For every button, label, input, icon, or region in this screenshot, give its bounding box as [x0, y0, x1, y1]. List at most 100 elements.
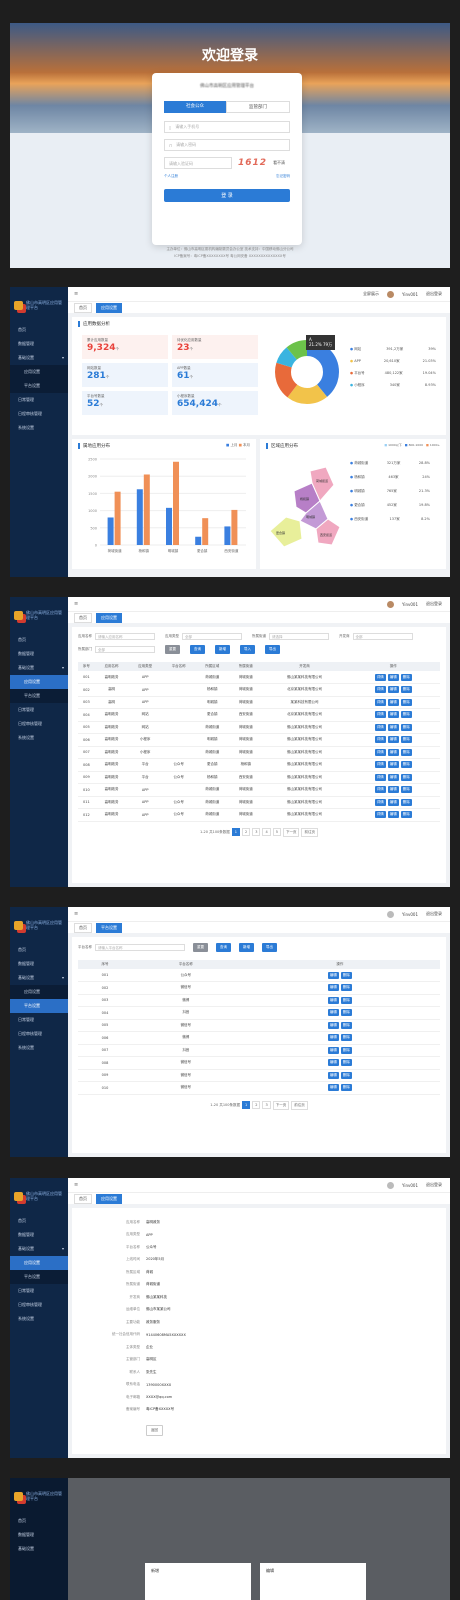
fullscreen-button[interactable]: 全屏展示	[363, 291, 379, 297]
tab-public[interactable]: 社会公众	[164, 101, 226, 113]
next-page[interactable]: 下一页	[282, 827, 300, 837]
jump-page[interactable]: 前往页	[301, 827, 318, 837]
row-action-button[interactable]: 删除	[340, 1071, 352, 1079]
captcha-image[interactable]: 1612	[238, 158, 267, 168]
bar-上月-荷城街道[interactable]	[107, 517, 114, 545]
platform-input[interactable]: 请输入平台名称	[95, 944, 185, 951]
avatar[interactable]	[387, 910, 395, 918]
avatar[interactable]	[387, 290, 395, 298]
sidebar-item-home[interactable]: 首页	[10, 1214, 68, 1228]
sidebar-item-review[interactable]: 日程审核管理	[10, 1027, 68, 1041]
sidebar-item-data[interactable]: 数据管理	[10, 1228, 68, 1242]
row-action-button[interactable]: 编辑	[327, 1084, 339, 1092]
bar-本月-杨和镇[interactable]	[143, 474, 150, 545]
search-button[interactable]: 查询	[190, 645, 205, 654]
logout-button[interactable]: 退出登录	[426, 601, 442, 607]
add-button[interactable]: 新增	[239, 943, 254, 952]
row-action-button[interactable]: 删除	[400, 723, 412, 731]
sidebar-item-home[interactable]: 首页	[10, 943, 68, 957]
row-action-button[interactable]: 编辑	[327, 1021, 339, 1029]
row-action-button[interactable]: 编辑	[387, 798, 399, 806]
sidebar-item-basic[interactable]: 基础设置 ▾	[10, 971, 68, 985]
tab-regulator[interactable]: 监管部门	[226, 101, 290, 113]
row-action-button[interactable]: 编辑	[327, 1046, 339, 1054]
bar-上月-更合镇[interactable]	[195, 536, 202, 545]
page-5[interactable]: 5	[272, 828, 281, 836]
row-action-button[interactable]: 详情	[374, 736, 386, 744]
row-action-button[interactable]: 编辑	[387, 786, 399, 794]
sidebar-item-system[interactable]: 系统设置	[10, 1312, 68, 1326]
row-action-button[interactable]: 详情	[374, 723, 386, 731]
search-button[interactable]: 查询	[216, 943, 231, 952]
row-action-button[interactable]: 编辑	[387, 711, 399, 719]
sidebar-item-daily[interactable]: 日常管理	[10, 1284, 68, 1298]
row-action-button[interactable]: 删除	[400, 736, 412, 744]
sidebar-item-basic[interactable]: 基础设置 ▾	[10, 661, 68, 675]
row-action-button[interactable]: 编辑	[327, 984, 339, 992]
phone-field[interactable]: ▯ 请输入手机号	[164, 121, 290, 133]
jump-page[interactable]: 前往页	[291, 1100, 308, 1110]
modal-edit[interactable]: 编辑	[260, 1563, 366, 1600]
row-action-button[interactable]: 编辑	[387, 673, 399, 681]
row-action-button[interactable]: 删除	[400, 798, 412, 806]
bar-上月-西安街道[interactable]	[224, 526, 231, 545]
row-action-button[interactable]: 删除	[340, 1084, 352, 1092]
sidebar-item-platform[interactable]: 平台设置	[10, 689, 68, 703]
sidebar-item-home[interactable]: 首页	[10, 1514, 68, 1528]
type-select[interactable]: 全部	[182, 633, 242, 640]
row-action-button[interactable]: 编辑	[327, 971, 339, 979]
page-2[interactable]: 2	[242, 828, 251, 836]
row-action-button[interactable]: 详情	[374, 798, 386, 806]
bar-本月-西安街道[interactable]	[231, 509, 238, 545]
row-action-button[interactable]: 删除	[400, 698, 412, 706]
captcha-field[interactable]: 请输入验证码	[164, 157, 232, 169]
row-action-button[interactable]: 删除	[340, 1021, 352, 1029]
import-button[interactable]: 导入	[240, 645, 255, 654]
row-action-button[interactable]: 删除	[400, 686, 412, 694]
row-action-button[interactable]: 编辑	[387, 811, 399, 819]
sidebar-item-daily[interactable]: 日常管理	[10, 1013, 68, 1027]
sidebar-item-daily[interactable]: 日常管理	[10, 703, 68, 717]
row-action-button[interactable]: 编辑	[387, 773, 399, 781]
avatar[interactable]	[387, 600, 395, 608]
row-action-button[interactable]: 编辑	[387, 748, 399, 756]
sidebar-item-daily[interactable]: 日常管理	[10, 393, 68, 407]
name-input[interactable]: 请输入应用名称	[95, 633, 155, 640]
logout-button[interactable]: 退出登录	[426, 291, 442, 297]
logout-button[interactable]: 退出登录	[426, 1182, 442, 1188]
menu-icon[interactable]: ≡	[74, 601, 78, 607]
row-action-button[interactable]: 删除	[400, 711, 412, 719]
row-action-button[interactable]: 删除	[400, 761, 412, 769]
avatar[interactable]	[387, 1181, 395, 1189]
sidebar-item-review[interactable]: 日程审核管理	[10, 1298, 68, 1312]
login-button[interactable]: 登 录	[164, 189, 290, 202]
sidebar-item-home[interactable]: 首页	[10, 633, 68, 647]
row-action-button[interactable]: 编辑	[327, 1071, 339, 1079]
sidebar-item-data[interactable]: 数据管理	[10, 957, 68, 971]
sidebar-item-data[interactable]: 数据管理	[10, 647, 68, 661]
export-button[interactable]: 导出	[262, 943, 277, 952]
captcha-refresh[interactable]: 看不清	[273, 160, 285, 166]
row-action-button[interactable]: 删除	[400, 811, 412, 819]
row-action-button[interactable]: 删除	[400, 748, 412, 756]
password-field[interactable]: ⊓ 请输入密码	[164, 139, 290, 151]
row-action-button[interactable]: 详情	[374, 748, 386, 756]
bar-上月-明城镇[interactable]	[166, 507, 172, 545]
sidebar-item-system[interactable]: 系统设置	[10, 1041, 68, 1055]
menu-icon[interactable]: ≡	[74, 291, 78, 297]
sidebar-item-platform[interactable]: 平台设置	[10, 999, 68, 1013]
tab-active[interactable]: 应用设置	[96, 302, 122, 313]
row-action-button[interactable]: 删除	[400, 786, 412, 794]
page-3[interactable]: 3	[252, 828, 261, 836]
row-action-button[interactable]: 编辑	[387, 698, 399, 706]
row-action-button[interactable]: 删除	[400, 673, 412, 681]
row-action-button[interactable]: 详情	[374, 773, 386, 781]
next-page[interactable]: 下一页	[272, 1100, 290, 1110]
bar-本月-荷城街道[interactable]	[114, 491, 121, 545]
page-3[interactable]: 3	[262, 1101, 271, 1109]
sidebar-item-review[interactable]: 日程审核管理	[10, 407, 68, 421]
bar-本月-更合镇[interactable]	[202, 518, 209, 545]
tab-home[interactable]: 首页	[74, 922, 92, 933]
sidebar-item-app[interactable]: 应用设置	[10, 675, 68, 689]
modal-add[interactable]: 新增	[145, 1563, 251, 1600]
